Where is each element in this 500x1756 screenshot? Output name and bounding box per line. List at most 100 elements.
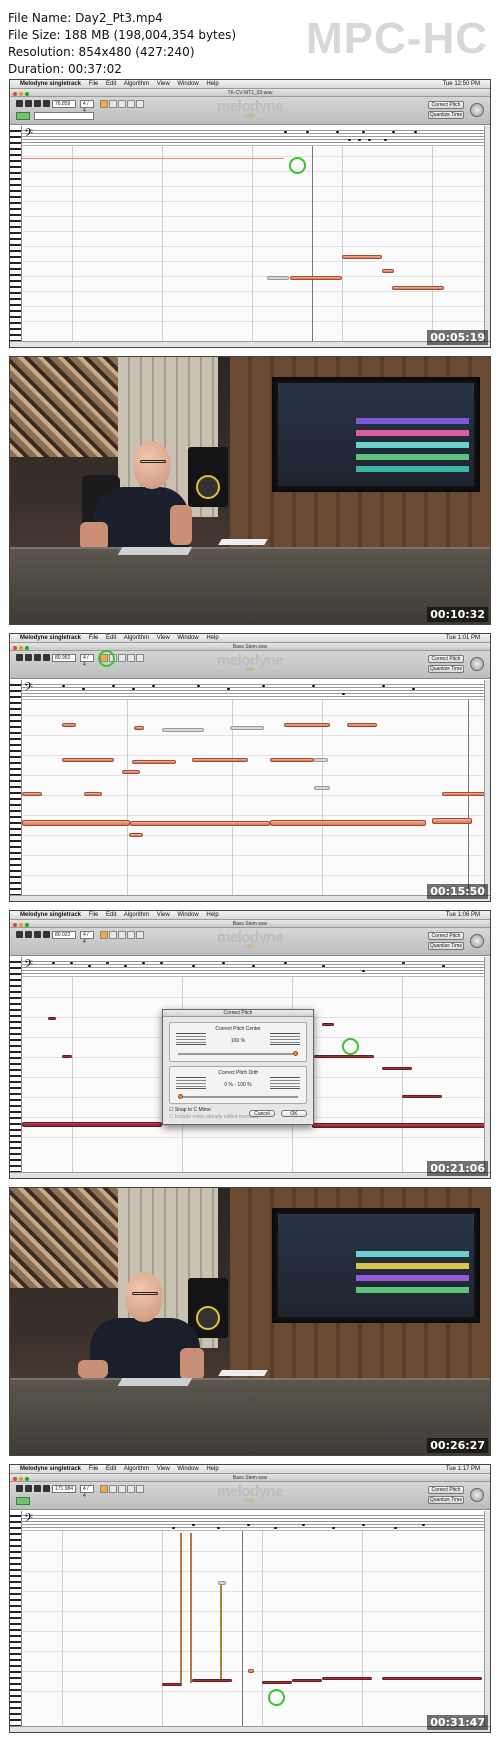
cancel-button[interactable]: Cancel [249,1110,275,1117]
note-blob[interactable] [314,1055,374,1058]
horizontal-scrollbar[interactable] [10,341,490,347]
note-blob[interactable] [292,1679,322,1682]
menu-help[interactable]: Help [206,1466,218,1472]
amplitude-tool-icon[interactable] [127,1485,135,1493]
correct-pitch-button[interactable]: Correct Pitch [428,101,464,109]
menu-algorithm[interactable]: Algorithm [124,81,149,87]
note-blob[interactable] [192,1679,232,1682]
pitch-drift-slider[interactable] [178,1096,298,1098]
menu-window[interactable]: Window [177,81,198,87]
amplitude-tool-icon[interactable] [127,654,135,662]
vertical-scrollbar[interactable] [484,126,490,341]
note-blob[interactable] [218,1581,226,1585]
pitch-center-thumb[interactable] [293,1051,298,1056]
note-blob[interactable] [347,723,377,727]
formant-tool-icon[interactable] [118,654,126,662]
menu-help[interactable]: Help [206,912,218,918]
transport-controls[interactable] [16,1485,50,1492]
note-blob[interactable] [270,758,314,762]
formant-tool-icon[interactable] [118,931,126,939]
vertical-scrollbar[interactable] [484,680,490,895]
transport-controls[interactable] [16,931,50,938]
tool-palette[interactable] [100,1485,144,1493]
menu-algorithm[interactable]: Algorithm [124,912,149,918]
include-edited-checkbox[interactable]: ☐ Include notes already edited manually [169,1114,259,1120]
menu-app[interactable]: Melodyne singletrack [20,635,81,641]
menu-edit[interactable]: Edit [106,912,116,918]
meter-field[interactable]: 4 / 4 [80,100,94,114]
note-blob[interactable] [129,833,143,837]
menu-algorithm[interactable]: Algorithm [124,1466,149,1472]
menu-algorithm[interactable]: Algorithm [124,635,149,641]
note-blob[interactable] [382,1677,482,1680]
piano-keyboard[interactable] [10,126,22,341]
note-blob[interactable] [442,792,486,796]
main-tool-icon[interactable] [100,100,108,108]
position-field[interactable] [34,112,94,120]
note-editor[interactable] [22,700,486,895]
note-editor[interactable] [22,1531,484,1726]
note-blob[interactable] [262,1681,292,1684]
menu-view[interactable]: View [157,1466,170,1472]
meter-field[interactable]: 4 / 4 [80,654,94,668]
note-blob[interactable] [122,770,140,774]
ok-button[interactable]: OK [281,1110,307,1117]
note-blob[interactable] [130,821,270,826]
note-blob[interactable] [270,820,426,826]
playhead[interactable] [312,146,313,341]
pitch-stick[interactable] [190,1533,192,1683]
pitch-center-slider[interactable] [178,1053,298,1055]
pitch-tool-icon[interactable] [109,931,117,939]
zoom-knob[interactable] [470,657,484,671]
note-blob[interactable] [230,726,264,730]
piano-keyboard[interactable] [10,1511,22,1726]
note-blob[interactable] [314,786,330,790]
note-blob[interactable] [62,758,114,762]
time-tool-icon[interactable] [136,1485,144,1493]
menu-app[interactable]: Melodyne singletrack [20,1466,81,1472]
pitch-tool-icon[interactable] [109,100,117,108]
note-blob[interactable] [382,1067,412,1070]
piano-keyboard[interactable] [10,957,22,1172]
menu-window[interactable]: Window [177,1466,198,1472]
correct-pitch-button[interactable]: Correct Pitch [428,1486,464,1494]
menu-file[interactable]: File [89,912,99,918]
tool-palette[interactable] [100,931,144,939]
menu-app[interactable]: Melodyne singletrack [20,912,81,918]
time-tool-icon[interactable] [136,100,144,108]
quantize-time-button[interactable]: Quantize Time [428,1496,464,1504]
note-blob[interactable] [432,818,472,824]
horizontal-scrollbar[interactable] [10,1172,490,1178]
note-blob[interactable] [342,255,382,259]
correct-pitch-button[interactable]: Correct Pitch [428,932,464,940]
menu-app[interactable]: Melodyne singletrack [20,81,81,87]
tempo-field[interactable]: 171.984 [52,1485,76,1493]
main-tool-icon[interactable] [100,1485,108,1493]
pitch-stick[interactable] [180,1533,182,1683]
meter-field[interactable]: 4 / 4 [80,1485,94,1499]
formant-tool-icon[interactable] [118,1485,126,1493]
zoom-knob[interactable] [470,1488,484,1502]
note-blob[interactable] [248,1669,254,1673]
zoom-knob[interactable] [470,103,484,117]
tempo-field[interactable]: 80.022 [52,931,76,939]
horizontal-scrollbar[interactable] [10,895,490,901]
menu-edit[interactable]: Edit [106,81,116,87]
meter-field[interactable]: 4 / 4 [80,931,94,945]
note-blob[interactable] [402,1095,442,1098]
note-blob[interactable] [392,286,444,290]
menu-help[interactable]: Help [206,81,218,87]
transport-controls[interactable] [16,100,50,107]
menu-edit[interactable]: Edit [106,635,116,641]
note-blob[interactable] [48,1017,56,1020]
note-blob[interactable] [162,1683,182,1686]
menu-view[interactable]: View [157,81,170,87]
note-blob[interactable] [84,792,102,796]
note-blob[interactable] [62,1055,72,1058]
note-blob[interactable] [267,276,289,280]
tool-palette[interactable] [100,100,144,108]
amplitude-tool-icon[interactable] [127,931,135,939]
note-blob[interactable] [132,760,176,764]
time-tool-icon[interactable] [136,931,144,939]
pitch-drift-thumb[interactable] [178,1094,183,1099]
